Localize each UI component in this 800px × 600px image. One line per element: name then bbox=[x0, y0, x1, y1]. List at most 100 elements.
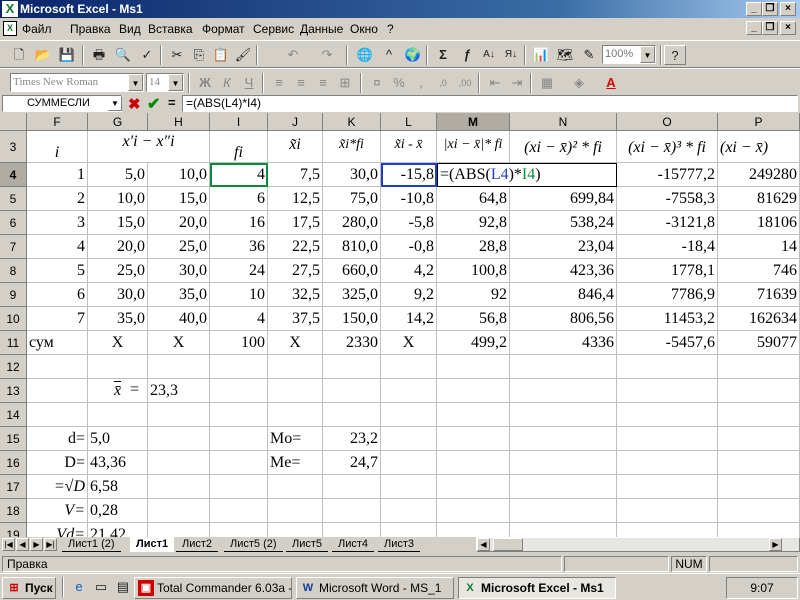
close-button[interactable]: × bbox=[780, 2, 796, 16]
title-bar[interactable]: X Microsoft Excel - Ms1 _ ❐ × bbox=[0, 0, 800, 18]
underline-icon[interactable]: Ч bbox=[238, 73, 260, 93]
borders-icon[interactable]: ▦ bbox=[536, 73, 558, 93]
cell[interactable] bbox=[437, 379, 510, 403]
table-cell[interactable]: 1778,1 bbox=[617, 259, 718, 283]
menu-help[interactable]: ? bbox=[387, 22, 394, 36]
cell[interactable] bbox=[210, 499, 268, 523]
table-cell[interactable]: 30,0 bbox=[88, 283, 148, 307]
column-header-l[interactable]: L bbox=[381, 113, 437, 131]
table-cell[interactable]: 4 bbox=[27, 235, 88, 259]
cell[interactable] bbox=[381, 403, 437, 427]
table-cell[interactable]: 3 bbox=[27, 211, 88, 235]
table-cell[interactable]: 32,5 bbox=[268, 283, 323, 307]
table-cell[interactable]: -7558,3 bbox=[617, 187, 718, 211]
row-header[interactable]: 10 bbox=[0, 307, 27, 331]
table-cell[interactable]: 150,0 bbox=[323, 307, 381, 331]
menu-window[interactable]: Окно bbox=[350, 22, 378, 36]
cell[interactable] bbox=[381, 355, 437, 379]
table-cell[interactable]: 6 bbox=[27, 283, 88, 307]
menu-tools[interactable]: Сервис bbox=[253, 22, 294, 36]
cell[interactable] bbox=[437, 355, 510, 379]
cell[interactable] bbox=[27, 379, 88, 403]
cell[interactable] bbox=[510, 475, 617, 499]
cell-i4-referenced[interactable]: 4 bbox=[210, 163, 268, 187]
row-header[interactable]: 6 bbox=[0, 211, 27, 235]
v-label[interactable]: V= bbox=[27, 499, 88, 523]
vd-value[interactable]: 21,42 bbox=[88, 523, 148, 537]
save-icon[interactable]: 💾 bbox=[56, 45, 78, 65]
column-header-k[interactable]: K bbox=[323, 113, 381, 131]
ie-icon[interactable]: e bbox=[68, 577, 90, 597]
cell[interactable] bbox=[210, 355, 268, 379]
print-preview-icon[interactable]: 🔍 bbox=[112, 45, 134, 65]
cell[interactable] bbox=[323, 475, 381, 499]
cell[interactable] bbox=[617, 451, 718, 475]
table-cell[interactable]: 18106 bbox=[718, 211, 800, 235]
menu-insert[interactable]: Вставка bbox=[148, 22, 193, 36]
row-header[interactable]: 14 bbox=[0, 403, 27, 427]
table-cell[interactable]: 7,5 bbox=[268, 163, 323, 187]
table-cell[interactable]: 12,5 bbox=[268, 187, 323, 211]
cell[interactable] bbox=[510, 355, 617, 379]
zoom-select[interactable]: 100% ▼ bbox=[602, 45, 656, 64]
new-icon[interactable]: 🗋 bbox=[8, 45, 30, 65]
mode-value[interactable]: 23,2 bbox=[323, 427, 381, 451]
table-cell[interactable]: 20,0 bbox=[148, 211, 210, 235]
cell[interactable] bbox=[323, 499, 381, 523]
column-header-g[interactable]: G bbox=[88, 113, 148, 131]
table-cell[interactable]: 28,8 bbox=[437, 235, 510, 259]
sheet-tab[interactable]: Лист3 bbox=[378, 537, 421, 552]
cell[interactable] bbox=[510, 403, 617, 427]
format-painter-icon[interactable]: 🖌 bbox=[232, 45, 254, 65]
table-cell[interactable]: 71639 bbox=[718, 283, 800, 307]
table-cell[interactable]: 5,0 bbox=[88, 163, 148, 187]
cell[interactable] bbox=[510, 427, 617, 451]
cell[interactable] bbox=[437, 451, 510, 475]
table-cell[interactable]: X bbox=[88, 331, 148, 355]
merge-center-icon[interactable]: ⊞ bbox=[334, 73, 356, 93]
sigma-value[interactable]: 6,58 bbox=[88, 475, 148, 499]
row-header[interactable]: 15 bbox=[0, 427, 27, 451]
sort-ascending-icon[interactable]: A↓ bbox=[478, 45, 500, 65]
cell[interactable] bbox=[437, 475, 510, 499]
table-cell[interactable]: 325,0 bbox=[323, 283, 381, 307]
table-cell[interactable]: 75,0 bbox=[323, 187, 381, 211]
table-cell[interactable]: 20,0 bbox=[88, 235, 148, 259]
percent-icon[interactable]: % bbox=[388, 73, 410, 93]
table-cell[interactable]: 5 bbox=[27, 259, 88, 283]
median-label[interactable]: Me= bbox=[268, 451, 323, 475]
table-cell[interactable]: 35,0 bbox=[148, 283, 210, 307]
table-cell[interactable]: 249280 bbox=[718, 163, 800, 187]
column-header-j[interactable]: J bbox=[268, 113, 323, 131]
table-cell[interactable]: 56,8 bbox=[437, 307, 510, 331]
cell[interactable] bbox=[617, 403, 718, 427]
menu-format[interactable]: Формат bbox=[202, 22, 245, 36]
table-cell[interactable]: сум bbox=[27, 331, 88, 355]
menu-view[interactable]: Вид bbox=[119, 22, 141, 36]
v-value[interactable]: 0,28 bbox=[88, 499, 148, 523]
row-header[interactable]: 16 bbox=[0, 451, 27, 475]
table-cell[interactable]: 4336 bbox=[510, 331, 617, 355]
table-cell[interactable]: 22,5 bbox=[268, 235, 323, 259]
table-cell[interactable]: 6 bbox=[210, 187, 268, 211]
column-header-p[interactable]: P bbox=[718, 113, 800, 131]
cell[interactable] bbox=[381, 427, 437, 451]
header-cube-dev[interactable]: (xi − x̄)³ * fi bbox=[617, 131, 718, 163]
edit-formula-icon[interactable]: = bbox=[168, 95, 176, 110]
cell[interactable] bbox=[381, 451, 437, 475]
cell[interactable] bbox=[268, 523, 323, 537]
table-cell[interactable]: 92 bbox=[437, 283, 510, 307]
row-header[interactable]: 11 bbox=[0, 331, 27, 355]
document-icon[interactable]: X bbox=[3, 21, 17, 36]
table-cell[interactable]: 30,0 bbox=[148, 259, 210, 283]
table-cell[interactable]: 846,4 bbox=[510, 283, 617, 307]
table-cell[interactable]: 162634 bbox=[718, 307, 800, 331]
table-cell[interactable]: 9,2 bbox=[381, 283, 437, 307]
cell[interactable] bbox=[27, 355, 88, 379]
doc-close-button[interactable]: × bbox=[780, 21, 796, 35]
paste-icon[interactable]: 📋 bbox=[210, 45, 232, 65]
d-label[interactable]: d= bbox=[27, 427, 88, 451]
cell[interactable] bbox=[718, 427, 800, 451]
cell[interactable] bbox=[148, 475, 210, 499]
header-interval[interactable]: x′i − x″i bbox=[88, 131, 210, 163]
